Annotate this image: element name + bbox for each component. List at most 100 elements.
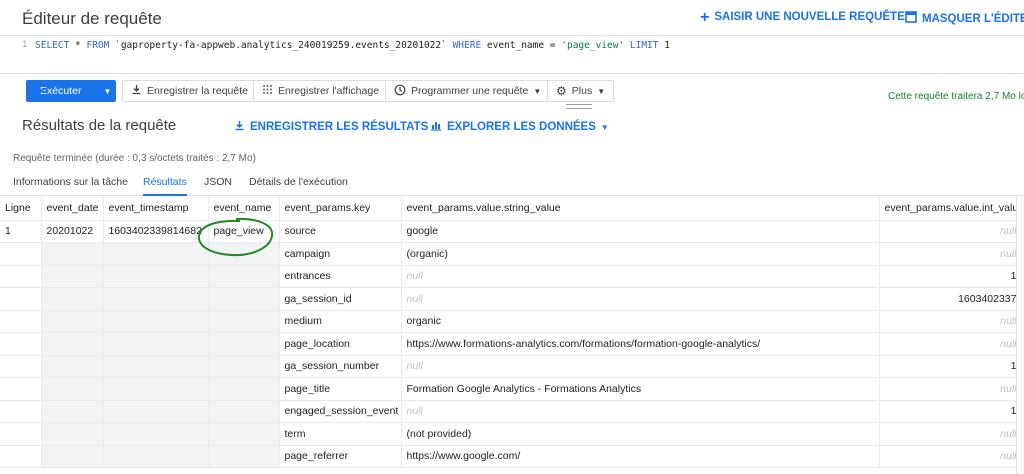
empty-cell	[208, 242, 280, 266]
table-row: page_referrer https://www.google.com/null	[0, 445, 1023, 468]
param-key-cell: entrances	[279, 265, 402, 288]
column-header[interactable]: event_name	[208, 196, 280, 221]
tab-job-info[interactable]: Informations sur la tâche	[13, 176, 128, 196]
row-number-cell	[0, 445, 42, 468]
param-key-cell: ga_session_number	[279, 355, 402, 378]
string-value-cell: null	[401, 287, 880, 311]
row-number-cell	[0, 242, 42, 266]
kw-select: SELECT	[35, 40, 70, 51]
kw-where: WHERE	[452, 40, 482, 51]
row-number-cell	[0, 310, 42, 333]
query-condition: event_name =	[481, 40, 562, 51]
param-key-cell: page_title	[279, 377, 402, 401]
empty-cell	[41, 400, 104, 423]
int-value-cell: null	[879, 422, 1023, 446]
empty-cell	[41, 355, 104, 378]
save-query-button[interactable]: Enregistrer la requête	[122, 80, 257, 102]
schedule-query-button[interactable]: Programmer une requête ▼	[385, 80, 551, 102]
tab-results[interactable]: Résultats	[143, 176, 187, 196]
table-row: 1 20201022 1603402339814682 page_view source…	[0, 220, 1023, 243]
save-results-label: ENREGISTRER LES RÉSULTATS	[250, 121, 429, 133]
query-value: 'page_view'	[561, 40, 625, 51]
int-value-cell: 1	[879, 265, 1023, 288]
int-value-cell: null	[879, 332, 1023, 356]
empty-cell	[208, 332, 280, 356]
save-view-label: Enregistrer l'affichage	[278, 85, 380, 97]
empty-cell	[208, 355, 280, 378]
string-value-cell: null	[401, 400, 880, 423]
string-value-cell: Formation Google Analytics - Formations …	[401, 377, 880, 401]
editor-resize-handle[interactable]	[566, 104, 592, 109]
table-row: page_location https://www.formations-anal…	[0, 332, 1023, 356]
row-number-cell	[0, 265, 42, 288]
empty-cell	[208, 422, 280, 446]
job-status: Requête terminée (durée : 0,3 s/octets t…	[13, 153, 256, 164]
empty-cell	[208, 445, 280, 468]
hide-editor-button[interactable]: MASQUER L'ÉDITEUR	[905, 11, 1024, 26]
column-header[interactable]: Ligne	[0, 196, 42, 221]
new-query-button[interactable]: + SAISIR UNE NOUVELLE REQUÊTE	[700, 8, 905, 26]
row-number-cell	[0, 355, 42, 378]
table-row: entrances null 1	[0, 265, 1023, 288]
results-table: Ligne event_date event_timestamp event_n…	[0, 196, 1023, 468]
new-query-label: SAISIR UNE NOUVELLE REQUÊTE	[714, 11, 905, 23]
line-number: 1	[22, 40, 28, 50]
table-row: term (not provided) null	[0, 422, 1023, 446]
tab-execution-details[interactable]: Détails de l'exécution	[249, 176, 348, 196]
int-value-cell: null	[879, 445, 1023, 468]
save-view-button[interactable]: Enregistrer l'affichage	[253, 80, 389, 102]
plus-icon: +	[700, 8, 710, 26]
empty-cell	[103, 242, 209, 266]
row-number-cell	[0, 400, 42, 423]
string-value-cell: (not provided)	[401, 422, 880, 446]
table-row: engaged_session_event null 1	[0, 400, 1023, 423]
row-number-cell	[0, 377, 42, 401]
int-value-cell: null	[879, 377, 1023, 401]
empty-cell	[41, 287, 104, 311]
scrollbar[interactable]	[1016, 196, 1024, 474]
column-header[interactable]: event_params.value.int_value	[879, 196, 1023, 221]
chart-icon	[430, 120, 442, 134]
clock-icon	[394, 84, 406, 99]
editor-header: Éditeur de requête + SAISIR UNE NOUVELLE…	[0, 0, 1024, 36]
empty-cell	[208, 287, 280, 311]
tab-json[interactable]: JSON	[204, 176, 232, 196]
table-row: ga_session_id null 1603402337	[0, 287, 1023, 311]
query-text[interactable]: SELECT * FROM `gaproperty-fa-appweb.anal…	[35, 40, 670, 51]
results-title: Résultats de la requête	[22, 117, 177, 134]
int-value-cell: 1	[879, 355, 1023, 378]
hide-editor-label: MASQUER L'ÉDITEUR	[922, 12, 1024, 25]
column-header[interactable]: event_params.value.string_value	[401, 196, 880, 221]
column-header[interactable]: event_timestamp	[103, 196, 209, 221]
query-editor[interactable]: 1 SELECT * FROM `gaproperty-fa-appweb.an…	[0, 36, 1024, 74]
row-number-cell	[0, 287, 42, 311]
param-key-cell: page_location	[279, 332, 402, 356]
string-value-cell: null	[401, 355, 880, 378]
column-header[interactable]: event_params.key	[279, 196, 402, 221]
param-key-cell: source	[279, 220, 402, 243]
table-row: campaign (organic) null	[0, 242, 1023, 266]
empty-cell	[41, 445, 104, 468]
more-button[interactable]: ⚙ Plus ▼	[547, 80, 615, 102]
empty-cell	[41, 422, 104, 446]
run-button[interactable]: Exécuter ▼	[26, 80, 116, 102]
empty-cell	[208, 377, 280, 401]
chevron-down-icon[interactable]: ▼	[103, 87, 111, 96]
table-row: page_title Formation Google Analytics - F…	[0, 377, 1023, 401]
save-results-button[interactable]: ENREGISTRER LES RÉSULTATS	[234, 120, 428, 134]
kw-limit: LIMIT	[624, 40, 659, 51]
empty-cell	[103, 310, 209, 333]
int-value-cell: 1	[879, 400, 1023, 423]
empty-cell	[41, 332, 104, 356]
param-key-cell: page_referrer	[279, 445, 402, 468]
empty-cell	[41, 265, 104, 288]
run-label: Exécuter	[40, 85, 82, 97]
empty-cell	[103, 355, 209, 378]
bytes-estimate-note: Cette requête traitera 2,7 Mo lors	[888, 91, 1024, 102]
table-body: 1 20201022 1603402339814682 page_view source…	[0, 220, 1023, 468]
query-limit-value: 1	[658, 40, 670, 51]
save-icon	[131, 84, 142, 98]
chevron-down-icon: ▼	[597, 86, 606, 96]
explore-data-button[interactable]: EXPLORER LES DONNÉES ▼	[430, 120, 609, 134]
column-header[interactable]: event_date	[41, 196, 104, 221]
